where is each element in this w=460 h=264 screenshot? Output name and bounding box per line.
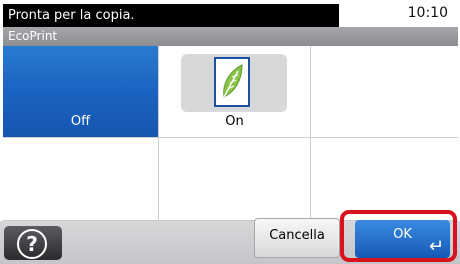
leaf-icon-svg xyxy=(223,64,243,98)
option-on-button[interactable]: On xyxy=(159,46,311,138)
ok-label: OK xyxy=(393,227,412,242)
option-on-label: On xyxy=(225,114,244,129)
empty-cell xyxy=(311,138,458,220)
cancel-button[interactable]: Cancella xyxy=(254,218,340,258)
empty-cell xyxy=(159,138,311,220)
option-off-label: Off xyxy=(70,114,91,129)
help-icon: ? xyxy=(17,229,47,259)
empty-cell xyxy=(3,138,159,220)
help-button[interactable]: ? xyxy=(4,226,62,260)
status-bar: Pronta per la copia. 10:10 xyxy=(0,0,460,27)
option-off-button[interactable]: Off xyxy=(3,46,159,138)
options-grid: Off On xyxy=(3,46,458,221)
bottom-bar: ? Cancella OK ↵ xyxy=(0,210,460,264)
status-message: Pronta per la copia. xyxy=(3,4,339,27)
screen-title: EcoPrint xyxy=(3,27,458,46)
ecoprint-icon-box xyxy=(181,54,287,112)
status-time: 10:10 xyxy=(407,5,448,21)
leaf-icon xyxy=(214,57,250,107)
ok-button[interactable]: OK ↵ xyxy=(355,220,450,258)
empty-cell xyxy=(311,46,458,138)
enter-icon: ↵ xyxy=(428,236,444,257)
